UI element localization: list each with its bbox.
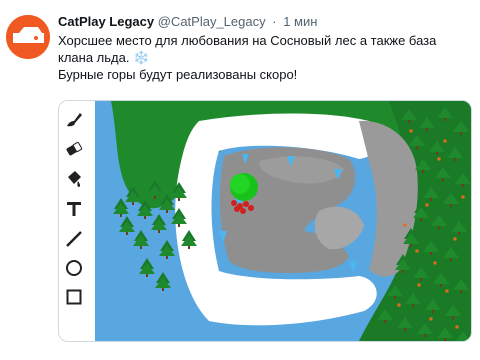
handle[interactable]: @CatPlay_Legacy	[158, 14, 266, 29]
timestamp[interactable]: 1 мин	[283, 14, 317, 29]
tweet-line-1: Хорсшее место для любования на Сосновый …	[58, 33, 437, 65]
tweet-media[interactable]	[58, 100, 472, 342]
tweet-line-2: Бурные горы будут реализованы скоро!	[58, 67, 298, 82]
tweet-text: Хорсшее место для любования на Сосновый …	[58, 32, 468, 83]
separator: ·	[272, 14, 277, 29]
display-name[interactable]: CatPlay Legacy	[58, 14, 154, 29]
map-image	[59, 101, 471, 341]
avatar[interactable]	[6, 15, 50, 59]
tweet-header: CatPlay Legacy @CatPlay_Legacy · 1 мин	[58, 14, 317, 30]
